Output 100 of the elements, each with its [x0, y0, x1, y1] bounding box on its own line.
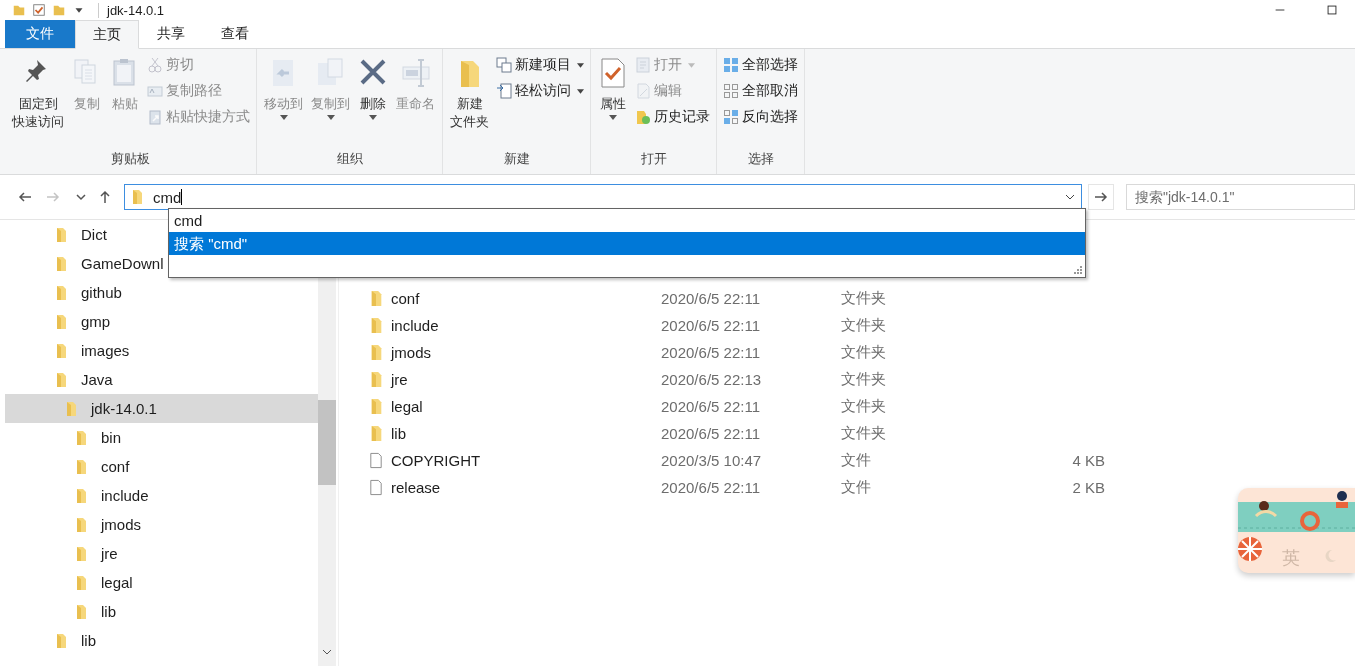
- ribbon-tab[interactable]: 文件: [5, 20, 75, 48]
- date-cell-text: 2020/6/5 22:11: [661, 317, 761, 334]
- type-cell-text: 文件: [841, 451, 872, 470]
- folder-icon[interactable]: [12, 3, 26, 17]
- caret-icon: [279, 115, 288, 121]
- file-name[interactable]: include: [339, 317, 661, 334]
- document-icon: [369, 479, 383, 496]
- ribbon-button[interactable]: 新建项目: [494, 53, 586, 77]
- new-item-icon: [496, 57, 512, 73]
- file-name[interactable]: legal: [339, 398, 661, 415]
- suggestion-item[interactable]: 搜索 "cmd": [169, 232, 1085, 255]
- folder-icon: [369, 425, 383, 442]
- folder-icon: [75, 429, 87, 446]
- size-cell-text: 4 KB: [1071, 452, 1105, 469]
- resize-grip-icon[interactable]: [1073, 265, 1083, 275]
- type-cell-text: 文件夹: [841, 316, 887, 335]
- tree-item[interactable]: legal: [5, 568, 318, 597]
- ribbon-button[interactable]: 删除: [355, 53, 391, 148]
- folder-icon: [75, 574, 87, 591]
- folder-icon: [55, 226, 67, 243]
- folder-icon: [55, 632, 67, 649]
- ribbon-button[interactable]: 历史记录: [633, 105, 712, 129]
- file-name[interactable]: lib: [339, 425, 661, 442]
- tree-item[interactable]: jre: [5, 539, 318, 568]
- folder-icon: [75, 603, 87, 620]
- type-cell-text: 文件夹: [841, 370, 887, 389]
- folder-icon: [55, 284, 67, 301]
- ribbon-button[interactable]: 全部选择: [721, 53, 800, 77]
- caret-icon: [577, 62, 584, 68]
- folder-icon: [75, 487, 87, 504]
- window-title: jdk-14.0.1: [98, 2, 165, 18]
- folder-icon: [369, 398, 383, 415]
- date-cell-text: 2020/6/5 22:11: [661, 479, 761, 496]
- document-arrow-icon: [496, 83, 512, 99]
- maximize-icon[interactable]: [1325, 3, 1339, 17]
- folder-icon: [369, 344, 383, 361]
- tree-item[interactable]: conf: [5, 452, 318, 481]
- folder-icon: [369, 371, 383, 388]
- tree-item[interactable]: include: [5, 481, 318, 510]
- ribbon-button[interactable]: 全部取消: [721, 79, 800, 103]
- file-name[interactable]: COPYRIGHT: [339, 452, 661, 469]
- checkmark-document-icon: [598, 55, 628, 91]
- checkbox-icon[interactable]: [32, 3, 46, 17]
- folder-icon: [75, 516, 87, 533]
- folder-icon[interactable]: [52, 3, 66, 17]
- tree-item[interactable]: jmods: [5, 510, 318, 539]
- caret-icon: [577, 88, 584, 94]
- date-cell-text: 2020/6/5 22:11: [661, 425, 761, 442]
- ribbon-button[interactable]: 属性: [595, 53, 631, 148]
- folder-icon: [75, 545, 87, 562]
- file-name[interactable]: jmods: [339, 344, 661, 361]
- date-cell-text: 2020/3/5 10:47: [661, 452, 763, 469]
- tree-item[interactable]: bin: [5, 423, 318, 452]
- folder-icon: [369, 317, 383, 334]
- grid-icon: [723, 109, 739, 125]
- scroll-thumb[interactable]: [318, 400, 336, 485]
- date-cell-text: 2020/6/5 22:11: [661, 398, 761, 415]
- date-cell-text: 2020/6/5 22:11: [661, 344, 761, 361]
- date-cell-text: 2020/6/5 22:13: [661, 371, 763, 388]
- tree-item[interactable]: lib: [5, 597, 318, 626]
- search-field[interactable]: 搜索"jdk-14.0.1": [1126, 184, 1355, 210]
- group-label: 新建: [503, 150, 530, 168]
- date-cell-text: 2020/6/5 22:11: [661, 290, 761, 307]
- file-name[interactable]: release: [339, 479, 661, 496]
- tree-item[interactable]: github: [5, 278, 318, 307]
- folder-icon: [55, 313, 67, 330]
- path-icon: [147, 83, 163, 99]
- grid-icon: [723, 57, 739, 73]
- file-name[interactable]: jre: [339, 371, 661, 388]
- folder-icon: [75, 458, 87, 475]
- tree-item[interactable]: Java: [5, 365, 318, 394]
- ribbon-button[interactable]: 新建 文件夹: [447, 53, 492, 148]
- folder-icon: [369, 290, 383, 307]
- ribbon-button[interactable]: 反向选择: [721, 105, 800, 129]
- type-cell-text: 文件夹: [841, 343, 887, 362]
- tree-item[interactable]: gmp: [5, 307, 318, 336]
- go-button[interactable]: [1088, 184, 1114, 210]
- suggestion-item[interactable]: cmd: [169, 209, 1085, 232]
- tree-item[interactable]: jdk-14.0.1: [5, 394, 318, 423]
- group-label: 打开: [640, 150, 667, 168]
- scissors-icon: [147, 57, 163, 73]
- ribbon-button[interactable]: 固定到 快速访问: [9, 53, 67, 148]
- tree-item[interactable]: images: [5, 336, 318, 365]
- caret-icon: [609, 115, 617, 121]
- ribbon-tab[interactable]: 主页: [75, 20, 139, 49]
- folder-icon: [55, 255, 67, 272]
- type-cell-text: 文件夹: [841, 397, 887, 416]
- type-cell-text: 文件夹: [841, 289, 887, 308]
- grid-icon: [723, 83, 739, 99]
- caret-icon: [326, 115, 335, 121]
- group-label: 组织: [336, 150, 363, 168]
- tree-item[interactable]: lib: [5, 626, 318, 655]
- type-cell-text: 文件: [841, 478, 872, 497]
- folder-icon: [55, 342, 67, 359]
- folder-icon: [65, 400, 77, 417]
- ribbon-button[interactable]: 轻松访问: [494, 79, 586, 103]
- file-name[interactable]: conf: [339, 290, 661, 307]
- document-icon: [369, 452, 383, 469]
- document-icon: [635, 57, 651, 73]
- caret-icon: [369, 115, 377, 121]
